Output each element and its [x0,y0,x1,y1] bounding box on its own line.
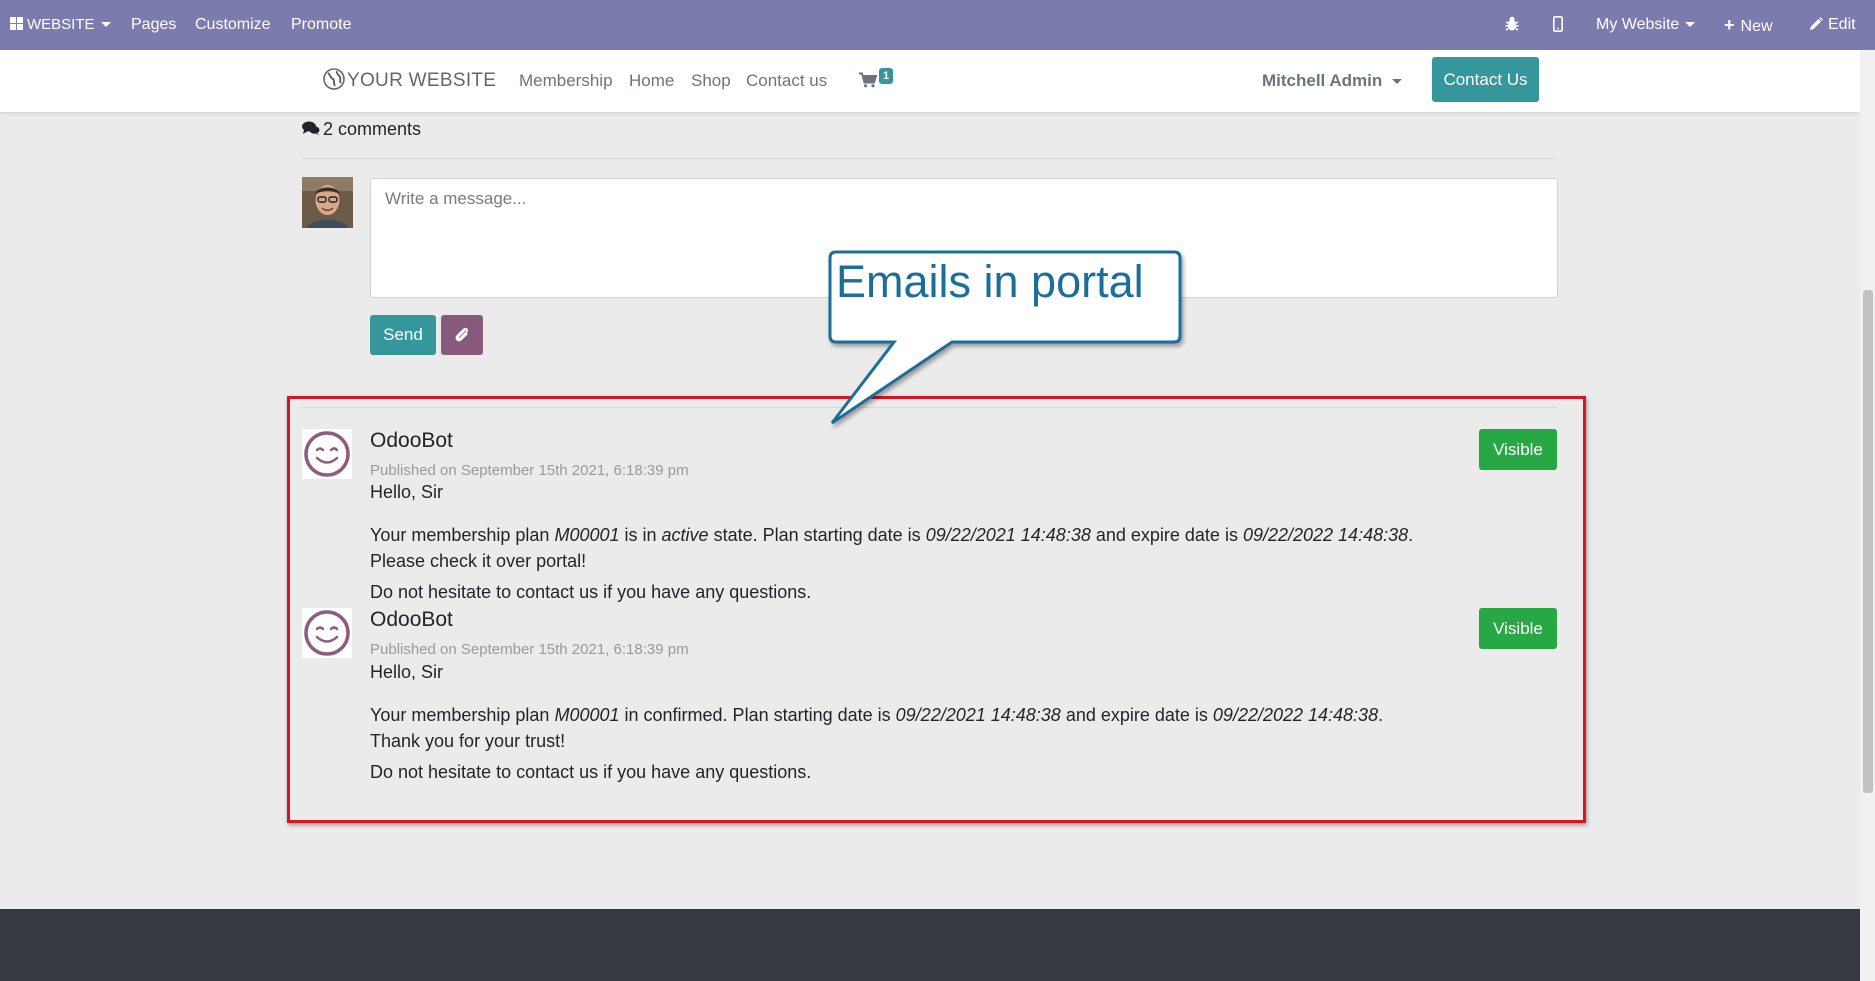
plus-icon: + [1724,15,1735,35]
globe-icon [323,68,345,90]
user-menu[interactable]: Mitchell Admin [1262,50,1403,112]
scrollbar-thumb[interactable] [1863,290,1873,793]
new-button[interactable]: + New [1724,0,1773,50]
chevron-down-icon [1392,79,1403,85]
comments-count: 2 comments [302,119,421,140]
admin-bar: WEBSITE Pages Customize Promote My Websi… [0,0,1875,50]
chevron-down-icon [100,22,111,28]
website-menu-label: WEBSITE [27,16,95,33]
new-button-label: New [1740,18,1773,35]
site-selector-label: My Website [1596,16,1680,33]
nav-contact-us[interactable]: Contact us [746,50,827,112]
cart-count-badge: 1 [879,68,894,84]
site-selector[interactable]: My Website [1596,0,1696,50]
nav-membership[interactable]: Membership [519,50,613,112]
comments-count-label: 2 comments [323,119,422,139]
site-header: YOUR WEBSITE Membership Home Shop Contac… [0,50,1860,112]
paperclip-icon [455,327,468,342]
promote-menu[interactable]: Promote [291,0,351,50]
attach-button[interactable] [441,315,483,355]
website-menu[interactable]: WEBSITE [10,0,111,50]
site-logo[interactable]: YOUR WEBSITE [323,50,496,112]
chevron-down-icon [1685,22,1696,28]
nav-home[interactable]: Home [629,50,674,112]
pages-menu[interactable]: Pages [131,0,176,50]
divider [302,158,1557,159]
site-footer [0,909,1860,981]
cart-icon [859,72,878,88]
customize-menu[interactable]: Customize [195,0,271,50]
edit-button-label: Edit [1828,16,1856,33]
edit-button[interactable]: Edit [1809,0,1856,50]
callout-text: Emails in portal [836,256,1144,307]
site-logo-text: YOUR WEBSITE [347,70,497,91]
user-name: Mitchell Admin [1262,71,1383,90]
pencil-icon [1810,17,1823,30]
contact-us-button[interactable]: Contact Us [1432,57,1539,102]
send-button[interactable]: Send [370,315,436,355]
apps-grid-icon [10,17,23,30]
highlight-frame [287,396,1586,823]
nav-shop[interactable]: Shop [691,50,731,112]
comments-icon [302,121,320,136]
mobile-icon[interactable] [1553,0,1563,50]
avatar [302,177,353,228]
bug-icon[interactable] [1505,0,1519,50]
cart-link[interactable] [859,50,878,112]
